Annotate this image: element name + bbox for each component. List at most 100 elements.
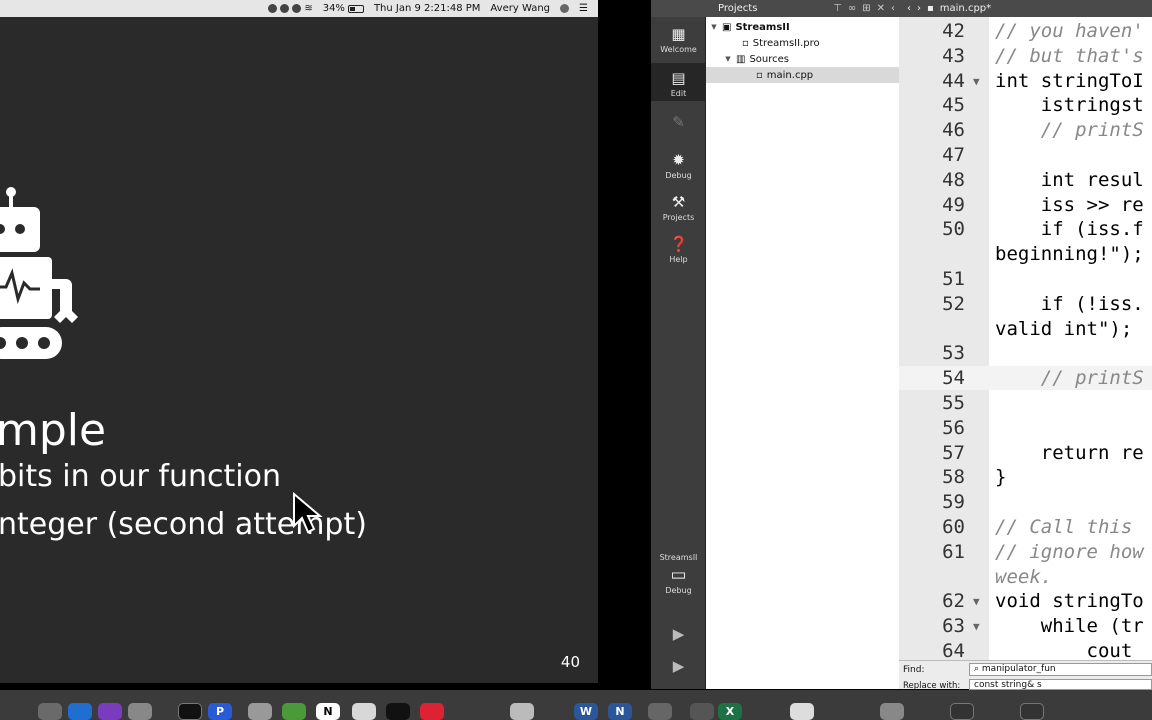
dock-safari-icon[interactable] [68, 703, 92, 720]
code-line[interactable]: while (tr [995, 615, 1144, 637]
slide-page-number: 40 [560, 653, 580, 671]
line-number: 56 [942, 416, 965, 439]
code-line[interactable]: week. [995, 566, 1052, 588]
dock-qt-icon[interactable] [282, 703, 306, 720]
dock-window-icon[interactable] [1020, 703, 1044, 720]
vpn-icon[interactable] [292, 4, 302, 13]
projects-header-label[interactable]: Projects [718, 3, 757, 14]
editor-tab[interactable]: main.cpp* [940, 3, 991, 14]
code-line[interactable]: int resul [995, 169, 1144, 191]
mode-debug[interactable]: ✹ Debug [651, 151, 706, 180]
fold-marker-icon[interactable]: ▼ [973, 595, 980, 608]
pencil-icon: ✎ [672, 113, 685, 131]
status-icons[interactable]: ≋ [268, 3, 313, 14]
clock[interactable]: Thu Jan 9 2:21:48 PM [374, 3, 480, 14]
dock-app-icon[interactable] [690, 703, 714, 720]
code-line[interactable]: if (!iss. [995, 293, 1144, 315]
fold-marker-icon[interactable]: ▼ [973, 620, 980, 633]
line-number: 53 [942, 342, 965, 365]
mode-label: Projects [662, 213, 695, 222]
chevron-left-icon[interactable]: ‹ [907, 3, 911, 14]
line-number: 44 [942, 69, 965, 92]
dock-app-icon[interactable] [420, 703, 444, 720]
tree-item-project[interactable]: ▼ ▣ StreamsII [706, 19, 899, 35]
window-gap [598, 0, 650, 690]
dock-app-icon[interactable] [510, 703, 534, 720]
user-name[interactable]: Avery Wang [490, 3, 550, 14]
link-icon[interactable]: ∞ [848, 3, 856, 14]
control-center-icon[interactable]: ☰ [579, 3, 588, 14]
code-line[interactable]: // you haven' [995, 20, 1144, 42]
dock-app-icon[interactable] [880, 703, 904, 720]
line-number: 47 [942, 144, 965, 166]
close-icon[interactable]: ✕ [877, 3, 885, 14]
dock-app-icon[interactable] [98, 703, 122, 720]
target-selector[interactable]: StreamsII ▭ Debug [651, 553, 706, 595]
code-line[interactable]: istringst [995, 94, 1144, 116]
line-number: 46 [942, 119, 965, 142]
code-line[interactable]: iss >> re [995, 194, 1144, 216]
filter-icon[interactable]: ⊤ [833, 3, 842, 14]
code-line[interactable]: void stringTo [995, 590, 1144, 612]
code-line[interactable]: // but that's [995, 45, 1144, 67]
cpp-file-icon: ▫ [756, 69, 763, 81]
dock-excel-icon[interactable]: X [718, 703, 742, 720]
dock-finder-icon[interactable] [38, 703, 62, 720]
dock-tv-icon[interactable] [386, 703, 410, 720]
find-input[interactable]: ⌕ manipulator_fun [969, 663, 1152, 676]
dock-app-icon[interactable] [790, 703, 814, 720]
code-line[interactable]: beginning!"); [995, 243, 1144, 265]
tree-item-main-cpp[interactable]: ▫ main.cpp [706, 67, 899, 83]
debug-run-button[interactable]: ▶ [651, 657, 706, 677]
chevron-right-icon[interactable]: › [917, 3, 921, 14]
mode-edit[interactable]: ▤ Edit [651, 63, 706, 101]
code-line[interactable]: cout [995, 640, 1144, 662]
document-icon: ▤ [671, 69, 686, 87]
dock-app-icon[interactable] [648, 703, 672, 720]
chevron-left-icon[interactable]: ‹ [891, 3, 895, 14]
dock-search-icon[interactable] [248, 703, 272, 720]
dock-word-icon[interactable]: W [574, 703, 598, 720]
line-number: 55 [942, 392, 965, 414]
mode-projects[interactable]: ⚒ Projects [651, 193, 706, 222]
mode-welcome[interactable]: ▦ Welcome [651, 25, 706, 54]
tree-item-label: Sources [749, 53, 790, 65]
notification-icon[interactable] [268, 4, 278, 13]
dock-app-icon[interactable]: N [608, 703, 632, 720]
split-icon[interactable]: ⊞ [862, 3, 870, 14]
dock-app-icon[interactable] [352, 703, 376, 720]
code-line[interactable]: } [995, 466, 1006, 488]
tree-item-pro-file[interactable]: ▫ StreamsII.pro [706, 35, 899, 51]
run-button[interactable]: ▶ [651, 625, 706, 645]
dock-terminal-icon[interactable] [178, 703, 202, 720]
line-number: 48 [942, 168, 965, 191]
expand-triangle-icon[interactable]: ▼ [710, 23, 718, 31]
mode-label: Edit [670, 89, 687, 98]
code-line[interactable]: // printS [995, 367, 1144, 389]
code-line[interactable]: if (iss.f [995, 218, 1144, 240]
spotlight-icon[interactable] [560, 4, 570, 13]
wifi-icon[interactable]: ≋ [304, 3, 312, 14]
tree-item-label: StreamsII.pro [752, 37, 820, 49]
dock-notion-icon[interactable]: N [316, 703, 340, 720]
slide-bullet-1: bits in our function [0, 459, 281, 494]
fold-marker-icon[interactable]: ▼ [973, 75, 980, 88]
code-line[interactable]: // ignore how [995, 541, 1144, 563]
mode-design[interactable]: ✎ [651, 113, 706, 133]
code-line[interactable]: int stringToI [995, 70, 1144, 92]
code-line[interactable]: // printS [995, 119, 1144, 141]
line-number: 51 [942, 268, 965, 290]
replace-input[interactable]: const string& s [969, 679, 1152, 690]
dock-window-icon[interactable] [950, 703, 974, 720]
line-number: 52 [942, 292, 965, 315]
battery-status[interactable]: 34% [323, 3, 364, 14]
timer-icon[interactable] [280, 4, 290, 13]
code-line[interactable]: valid int"); [995, 318, 1132, 340]
mode-help[interactable]: ❓ Help [651, 235, 706, 264]
tree-item-sources[interactable]: ▼ ▥ Sources [706, 51, 899, 67]
code-line[interactable]: // Call this [995, 516, 1132, 538]
dock-powerpoint-icon[interactable]: P [208, 703, 232, 720]
expand-triangle-icon[interactable]: ▼ [724, 55, 732, 63]
dock-settings-icon[interactable] [128, 703, 152, 720]
code-line[interactable]: return re [995, 442, 1144, 464]
